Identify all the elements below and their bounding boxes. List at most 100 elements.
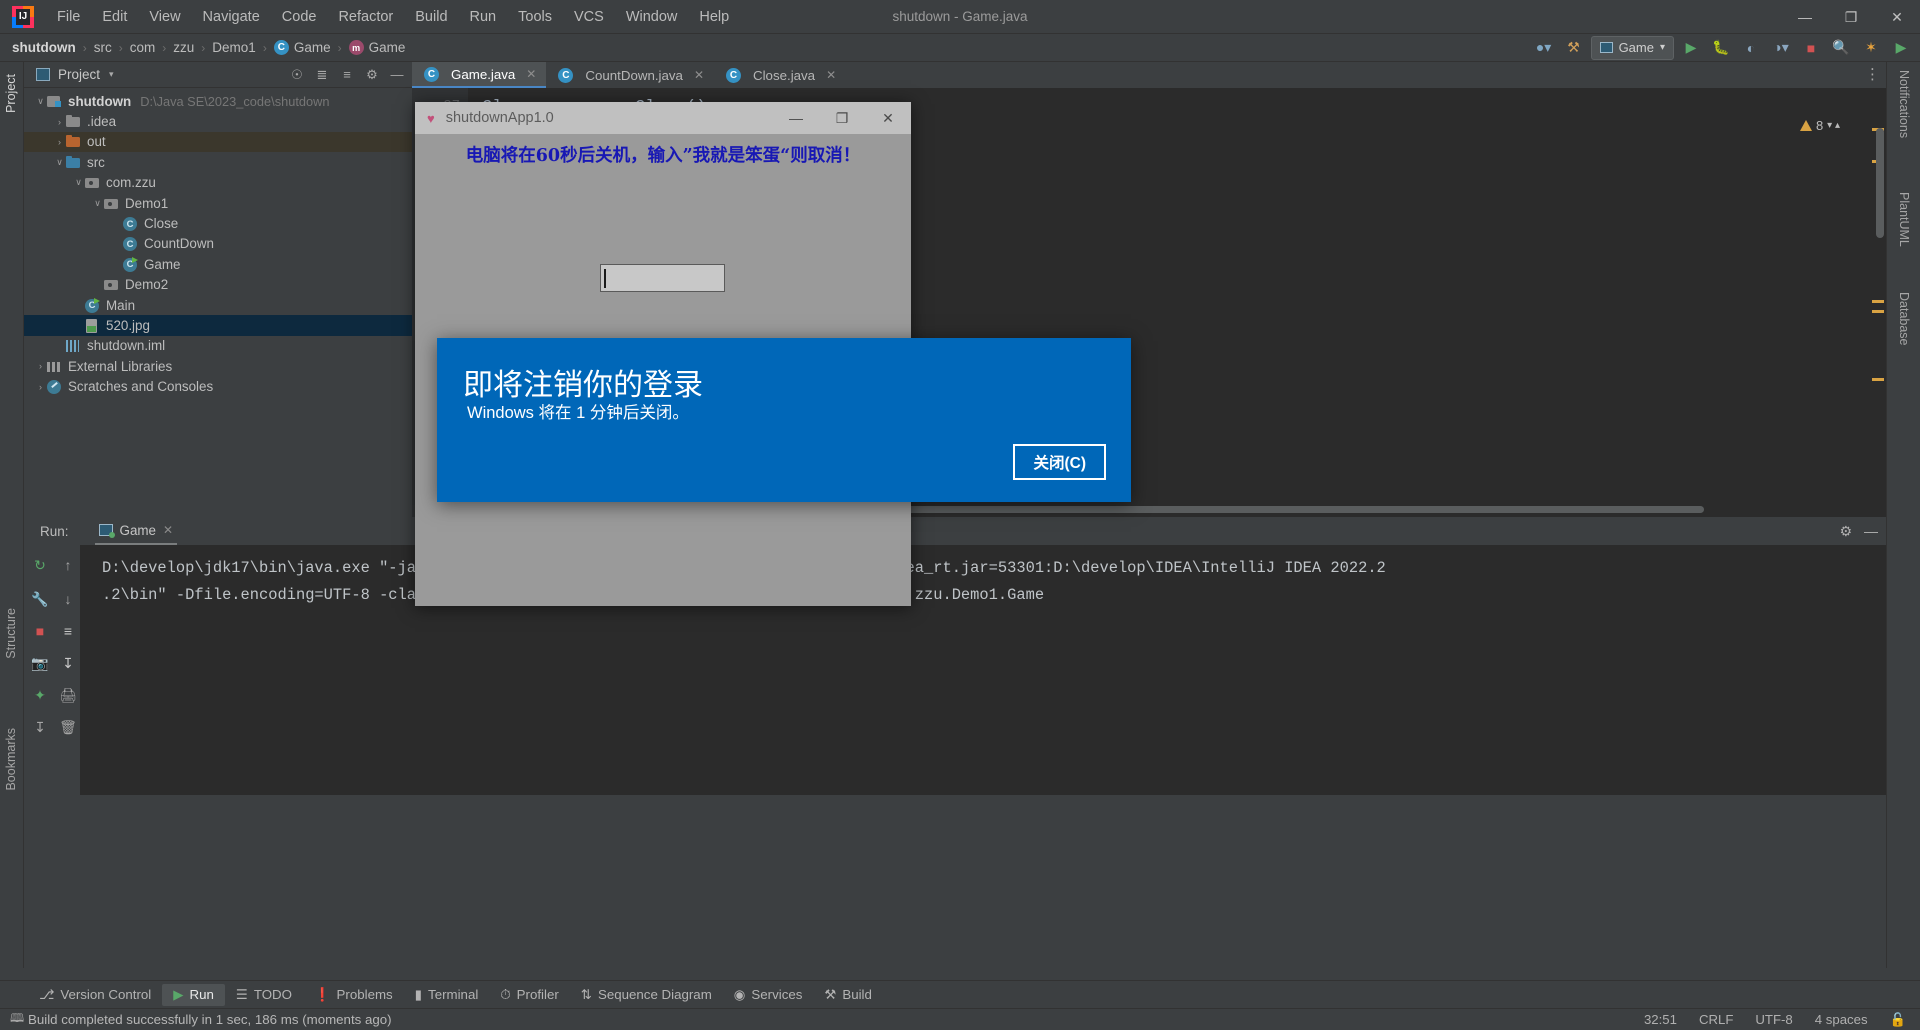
hide-panel-icon[interactable]: — <box>386 64 408 86</box>
rerun-icon[interactable]: ↻ <box>28 553 52 577</box>
breadcrumb-item-src[interactable]: src <box>94 40 112 55</box>
print-icon[interactable]: 🖨 <box>56 683 80 707</box>
stop-icon[interactable]: ■ <box>28 619 52 643</box>
tool-tab-plantuml[interactable]: PlantUML <box>1897 192 1911 247</box>
chevron-right-icon[interactable]: › <box>110 259 123 269</box>
breadcrumb-item-zzu[interactable]: zzu <box>173 40 194 55</box>
tree-node-close[interactable]: ›C Close <box>24 213 412 233</box>
tree-node-external-libraries[interactable]: › External Libraries <box>24 356 412 376</box>
close-run-tab-icon[interactable]: ✕ <box>163 523 173 537</box>
tree-node-scratches-and-consoles[interactable]: › Scratches and Consoles <box>24 376 412 396</box>
tree-node-countdown[interactable]: ›C CountDown <box>24 234 412 254</box>
search-icon[interactable]: 🔍 <box>1828 36 1854 60</box>
menu-refactor[interactable]: Refactor <box>327 7 404 27</box>
indent-setting[interactable]: 4 spaces <box>1815 1012 1868 1027</box>
tool-tab-database[interactable]: Database <box>1897 292 1911 346</box>
tree-node-com-zzu[interactable]: ∨ com.zzu <box>24 173 412 193</box>
bottom-tab-terminal[interactable]: ▮ Terminal <box>404 984 490 1006</box>
book-icon[interactable]: 🕮 <box>10 1009 24 1030</box>
breadcrumb-item-game-method[interactable]: m Game <box>348 40 405 55</box>
chevron-right-icon[interactable]: › <box>110 239 123 249</box>
line-separator[interactable]: CRLF <box>1699 1012 1733 1027</box>
export-icon[interactable]: ↧ <box>56 651 80 675</box>
tree-node-shutdown-iml[interactable]: › shutdown.iml <box>24 336 412 356</box>
close-tab-icon[interactable]: ✕ <box>826 68 836 82</box>
breadcrumb-item-demo1[interactable]: Demo1 <box>212 40 256 55</box>
project-tree[interactable]: ∨ shutdown D:\Java SE\2023_code\shutdown ›.… <box>24 88 412 397</box>
tree-node--idea[interactable]: › .idea <box>24 111 412 131</box>
run-button[interactable]: ▶ <box>1678 36 1704 60</box>
menu-edit[interactable]: Edit <box>91 7 138 27</box>
file-encoding[interactable]: UTF-8 <box>1755 1012 1792 1027</box>
bottom-tab-sequence-diagram[interactable]: ⇅ Sequence Diagram <box>570 984 723 1006</box>
menu-window[interactable]: Window <box>615 7 689 27</box>
menu-vcs[interactable]: VCS <box>563 7 615 27</box>
bottom-tab-todo[interactable]: ☰ TODO <box>225 984 303 1006</box>
editor-tab-game-java[interactable]: C Game.java ✕ <box>412 62 547 88</box>
tree-node-demo1[interactable]: ∨ Demo1 <box>24 193 412 213</box>
debug-button[interactable]: 🐛 <box>1708 36 1734 60</box>
chevron-right-icon[interactable]: › <box>91 280 104 290</box>
tool-tab-bookmarks[interactable]: Bookmarks <box>4 722 18 797</box>
run-console-output[interactable]: D:\develop\jdk17\bin\java.exe "-javaagen… <box>80 545 1886 795</box>
chevron-right-icon[interactable]: › <box>110 219 123 229</box>
stop-button[interactable]: ■ <box>1798 36 1824 60</box>
tree-node-demo2[interactable]: › Demo2 <box>24 275 412 295</box>
thread-dump-icon[interactable]: ✦ <box>28 683 52 707</box>
chevron-down-icon[interactable]: ∨ <box>91 198 104 209</box>
down-arrow-icon[interactable]: ↓ <box>56 587 80 611</box>
tree-node-game[interactable]: ›C Game <box>24 254 412 274</box>
editor-kebab-icon[interactable]: ⋮ <box>1865 65 1880 83</box>
menu-tools[interactable]: Tools <box>507 7 563 27</box>
tree-node-out[interactable]: › out <box>24 131 412 153</box>
menu-help[interactable]: Help <box>688 7 740 27</box>
chevron-right-icon[interactable]: › <box>53 117 66 127</box>
scroll-end-icon[interactable]: ↧ <box>28 715 52 739</box>
wrench-icon[interactable]: 🔧 <box>28 587 52 611</box>
inspection-warning-badge[interactable]: 8 ▾ ▴ <box>1799 118 1840 133</box>
chevron-down-icon[interactable]: ∨ <box>72 177 85 188</box>
chevron-right-icon[interactable]: › <box>53 137 66 147</box>
minimize-icon[interactable]: — <box>773 102 819 134</box>
bottom-tab-services[interactable]: ◉ Services <box>723 984 814 1006</box>
menu-code[interactable]: Code <box>271 7 328 27</box>
bottom-tab-profiler[interactable]: ⏱ Profiler <box>489 984 570 1006</box>
chevron-down-icon[interactable]: ∨ <box>34 96 47 107</box>
editor-tab-close-java[interactable]: C Close.java ✕ <box>714 62 846 88</box>
lock-icon[interactable]: 🔓 <box>1890 1012 1906 1028</box>
settings-gear-icon[interactable]: ⚙ <box>361 64 383 86</box>
run-configuration-selector[interactable]: Game ▾ <box>1590 35 1674 60</box>
maximize-icon[interactable]: ❐ <box>1828 0 1874 34</box>
hide-panel-icon[interactable]: — <box>1864 523 1878 539</box>
minimize-icon[interactable]: — <box>1782 0 1828 34</box>
bottom-tab-run[interactable]: ▶ Run <box>162 983 225 1006</box>
tree-node-src[interactable]: ∨ src <box>24 152 412 172</box>
breadcrumb-item-shutdown[interactable]: shutdown <box>12 40 76 55</box>
close-icon[interactable]: ✕ <box>865 102 911 134</box>
camera-icon[interactable]: 📷 <box>28 651 52 675</box>
settings-gear-icon[interactable]: ⚙ <box>1839 523 1852 540</box>
bottom-tab-problems[interactable]: ❗ Problems <box>303 984 404 1006</box>
bottom-tab-version-control[interactable]: ⎇ Version Control <box>28 984 162 1006</box>
chevron-right-icon[interactable]: › <box>72 300 85 310</box>
close-dialog-button[interactable]: 关闭(C) <box>1013 444 1106 480</box>
menu-navigate[interactable]: Navigate <box>192 7 271 27</box>
chevron-down-icon[interactable]: ∨ <box>53 157 66 168</box>
chevron-down-icon[interactable]: ▾ ▴ <box>1827 120 1840 131</box>
account-icon[interactable]: ●▾ <box>1531 36 1557 60</box>
chevron-right-icon[interactable]: › <box>34 382 47 392</box>
breadcrumb-item-game-class[interactable]: C Game <box>273 40 331 55</box>
coverage-button[interactable]: ◐ <box>1738 36 1764 60</box>
updates-icon[interactable]: ✶ <box>1858 36 1884 60</box>
menu-file[interactable]: File <box>46 7 91 27</box>
tree-node-520-jpg[interactable]: › 520.jpg <box>24 315 412 336</box>
run-tab-game[interactable]: Game ✕ <box>94 518 178 545</box>
vertical-scrollbar[interactable] <box>1876 128 1884 238</box>
bottom-tab-build[interactable]: ⚒ Build <box>813 984 883 1006</box>
chevron-down-icon[interactable]: ▾ <box>109 69 114 80</box>
tree-node-main[interactable]: ›C Main <box>24 295 412 315</box>
collapse-all-icon[interactable]: ≡ <box>336 64 358 86</box>
chevron-right-icon[interactable]: › <box>34 361 47 371</box>
chevron-right-icon[interactable]: › <box>72 320 85 330</box>
tool-tab-project[interactable]: Project <box>4 68 18 119</box>
